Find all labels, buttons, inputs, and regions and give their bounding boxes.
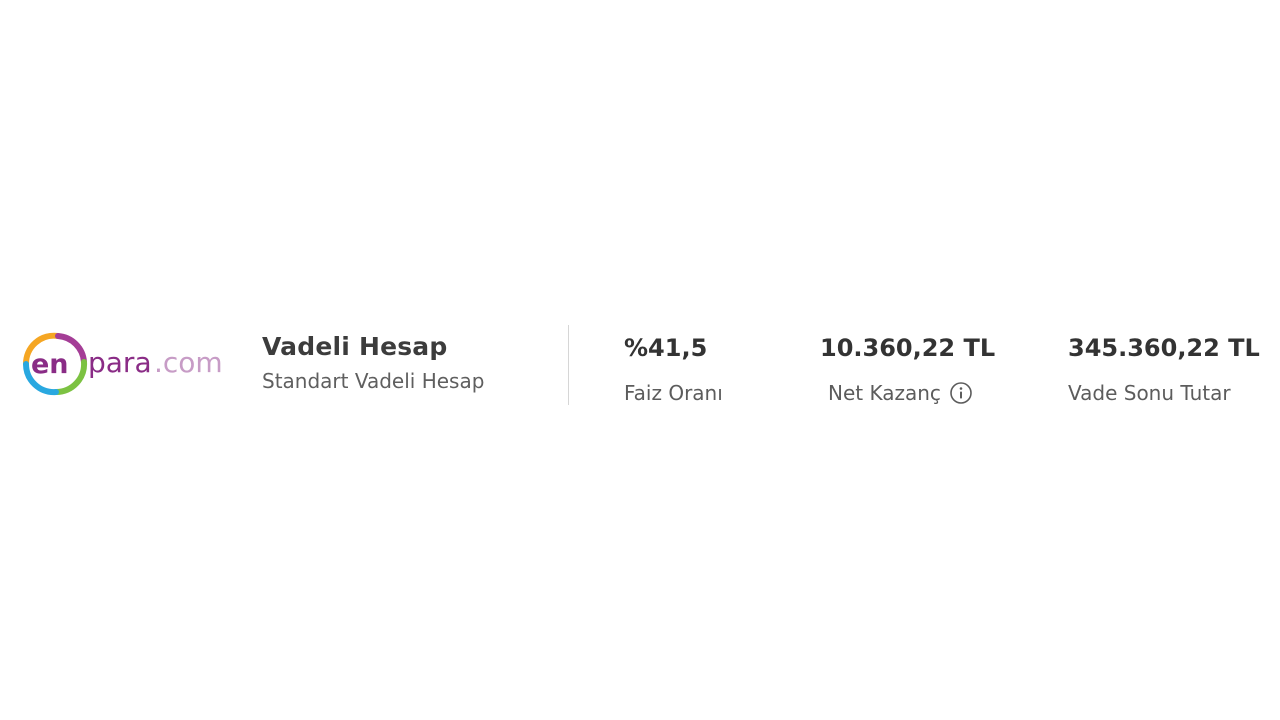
logo-text-en: en xyxy=(31,349,69,380)
maturity-total-value: 345.360,22 TL xyxy=(1068,334,1260,362)
net-gain-label: Net Kazanç xyxy=(820,380,995,406)
info-icon[interactable] xyxy=(949,381,973,405)
stat-interest-rate: %41,5 Faiz Oranı xyxy=(624,332,723,406)
product-info: Vadeli Hesap Standart Vadeli Hesap xyxy=(262,330,484,394)
stat-maturity-total: 345.360,22 TL Vade Sonu Tutar xyxy=(1068,332,1260,406)
interest-rate-label-text: Faiz Oranı xyxy=(624,381,723,405)
product-subtitle: Standart Vadeli Hesap xyxy=(262,369,485,393)
deposit-offer-row: en para .com Vadeli Hesap Standart Vadel… xyxy=(0,0,1280,720)
logo-text-com: .com xyxy=(154,346,223,379)
vertical-divider xyxy=(568,325,569,405)
net-gain-value: 10.360,22 TL xyxy=(820,334,996,362)
interest-rate-label: Faiz Oranı xyxy=(624,380,723,406)
net-gain-label-text: Net Kazanç xyxy=(828,381,941,405)
enpara-logo: en para .com xyxy=(22,332,223,396)
maturity-total-label-text: Vade Sonu Tutar xyxy=(1068,381,1231,405)
logo-text-para: para xyxy=(88,346,152,379)
maturity-total-label: Vade Sonu Tutar xyxy=(1068,380,1260,406)
stat-net-gain: 10.360,22 TL Net Kazanç xyxy=(820,332,995,406)
interest-rate-value: %41,5 xyxy=(624,334,708,362)
product-title: Vadeli Hesap xyxy=(262,332,448,361)
